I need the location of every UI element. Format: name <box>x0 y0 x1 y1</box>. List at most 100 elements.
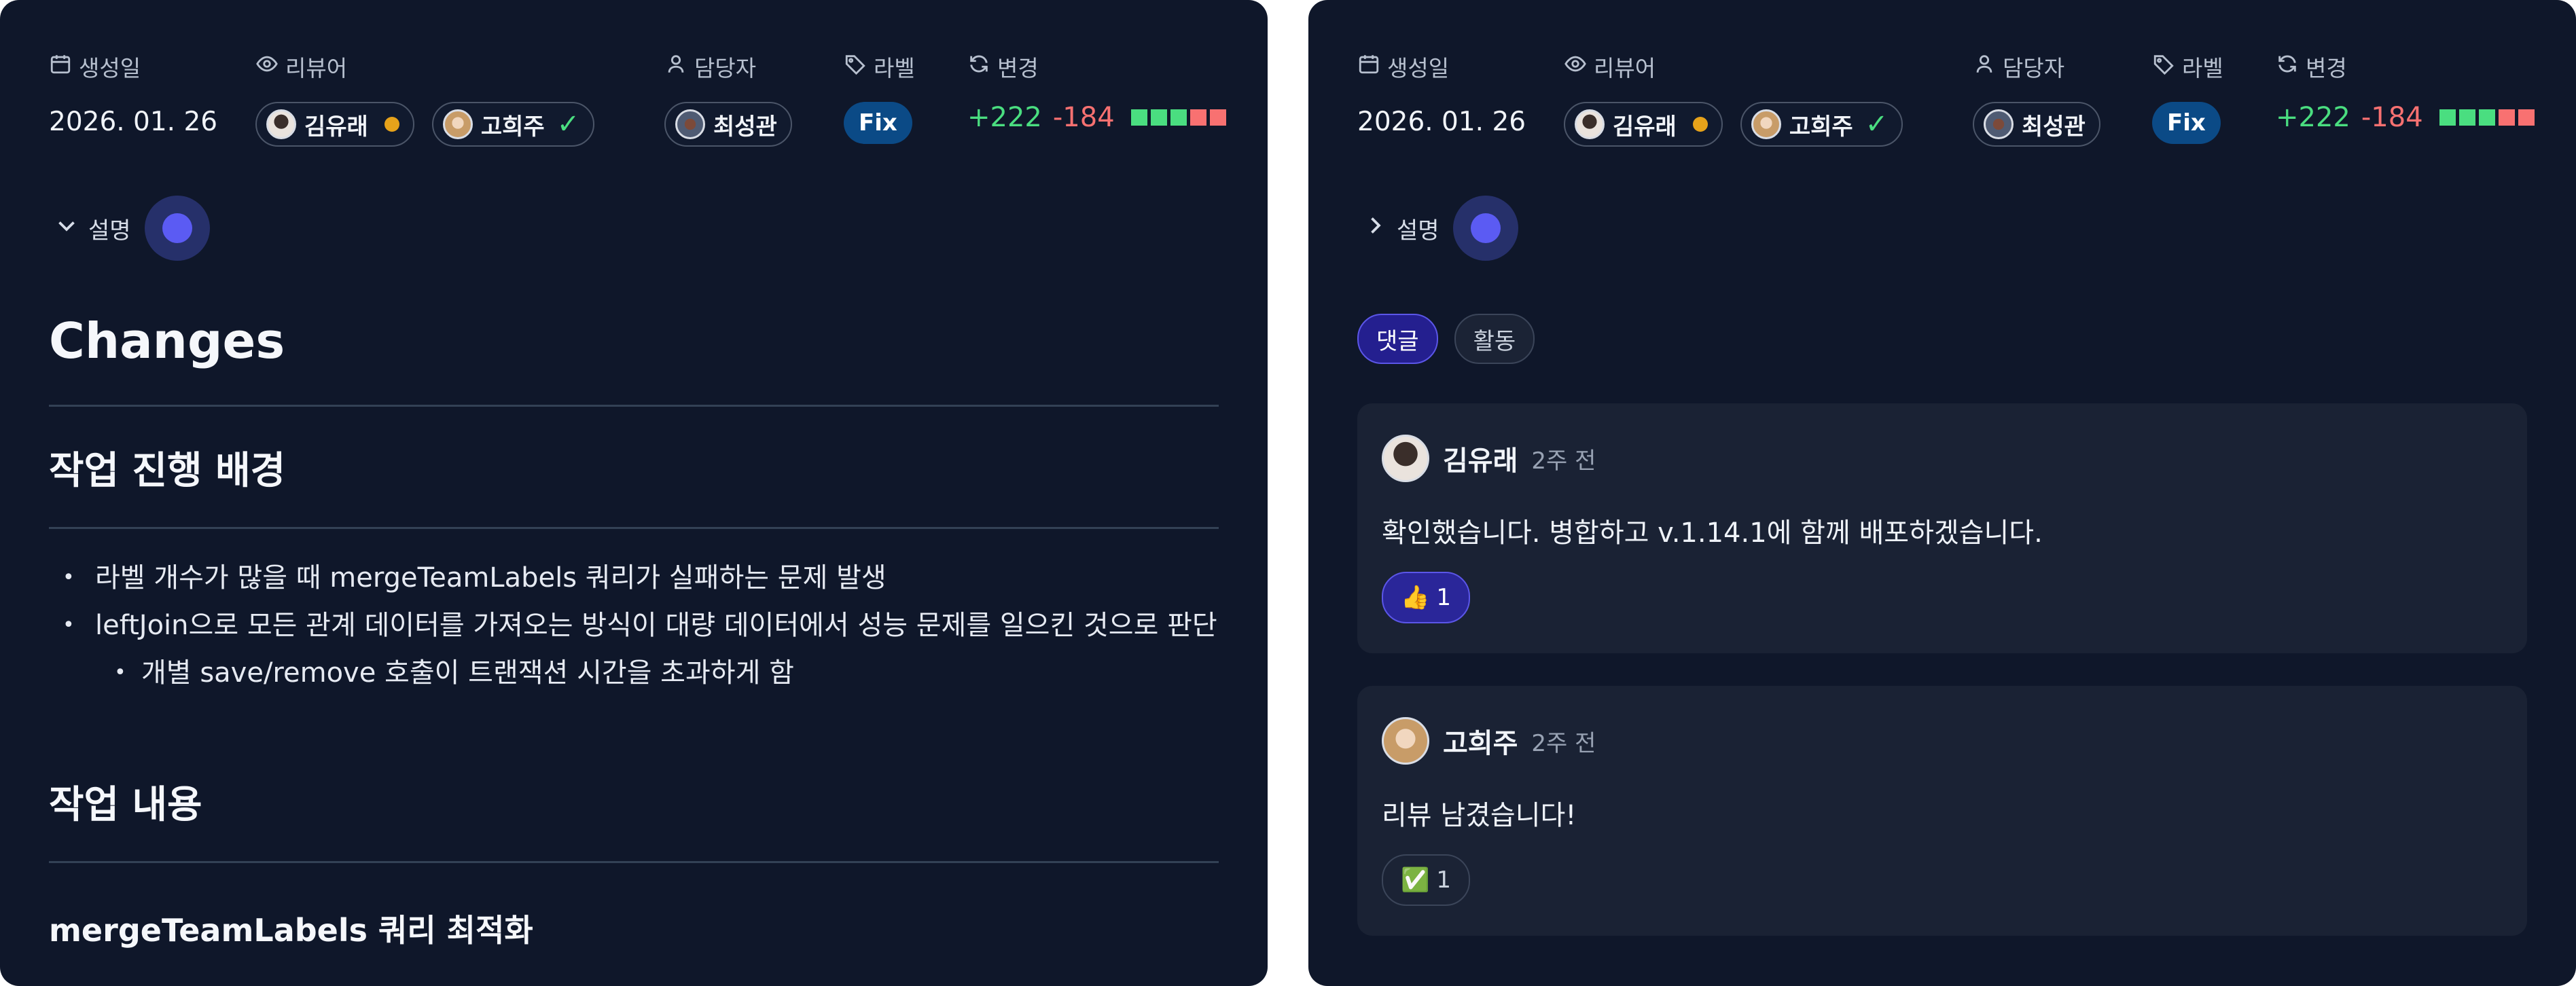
thumbs-up-icon: 👍 <box>1401 584 1430 611</box>
check-icon: ✓ <box>1865 109 1889 140</box>
comment-timestamp: 2주 전 <box>1531 447 1596 475</box>
person-icon <box>664 52 687 81</box>
label-badge[interactable]: Fix <box>2152 102 2221 144</box>
created-date: 2026. 01. 26 <box>1357 107 1526 137</box>
changes-label: 변경 <box>997 55 1039 81</box>
label-label: 라벨 <box>2182 55 2223 81</box>
pr-comments-panel: 생성일 2026. 01. 26 리뷰어 김유래 고희주 ✓ 담당자 최성관 라… <box>1308 0 2576 986</box>
comment-text: 리뷰 남겼습니다! <box>1382 800 1577 831</box>
tab-comments[interactable]: 댓글 <box>1357 314 1438 364</box>
check-icon: ✓ <box>556 109 580 140</box>
pending-status-dot <box>1692 117 1708 132</box>
assignee-chip[interactable]: 최성관 <box>1973 102 2100 147</box>
reviewer-name: 고희주 <box>480 113 545 141</box>
eye-icon <box>255 52 279 81</box>
reviewers-field: 리뷰어 김유래 고희주 ✓ <box>255 48 595 147</box>
calendar-icon <box>1357 52 1380 81</box>
comment-card: 고희주 2주 전 리뷰 남겼습니다! ✅ 1 <box>1357 686 2527 936</box>
pr-description-panel: 생성일 2026. 01. 26 리뷰어 김유래 고희주 ✓ 담당자 최성관 라… <box>0 0 1268 986</box>
reviewer-chip-ko[interactable]: 고희주 ✓ <box>1740 102 1903 147</box>
avatar <box>1575 109 1605 139</box>
diff-block <box>2439 109 2456 126</box>
comment-text: 확인했습니다. 병합하고 v.1.14.1에 함께 배포하겠습니다. <box>1382 517 2043 549</box>
avatar <box>675 109 705 139</box>
markdown-h1: Changes <box>49 312 285 369</box>
description-toggle[interactable]: 설명 <box>54 196 210 261</box>
reaction-count: 1 <box>1436 584 1451 611</box>
eye-icon <box>1564 52 1587 81</box>
assignee-chip[interactable]: 최성관 <box>664 102 792 147</box>
label-badge[interactable]: Fix <box>844 102 912 144</box>
reviewers-label: 리뷰어 <box>285 55 348 81</box>
assignee-label: 담당자 <box>694 55 757 81</box>
assignee-field: 담당자 최성관 <box>1973 48 2100 147</box>
list-item-nested: 개별 save/remove 호출이 트랜잭션 시간을 초과하게 함 <box>49 649 1219 697</box>
refresh-icon <box>967 52 990 81</box>
changes-field: 변경 +222 -184 <box>967 48 1226 133</box>
diff-block <box>1170 109 1187 126</box>
created-label: 생성일 <box>1387 55 1450 81</box>
divider <box>49 405 1219 407</box>
diff-bar <box>1130 109 1226 126</box>
check-mark-icon: ✅ <box>1401 866 1430 894</box>
additions-count: +222 <box>967 102 1042 133</box>
comment-author[interactable]: 고희주 <box>1443 721 1518 761</box>
diff-block <box>2458 109 2475 126</box>
tag-icon <box>844 52 867 81</box>
markdown-list: 라벨 개수가 많을 때 mergeTeamLabels 쿼리가 실패하는 문제 … <box>49 554 1219 697</box>
created-field: 생성일 2026. 01. 26 <box>1357 48 1526 137</box>
person-icon <box>1973 52 1996 81</box>
deletions-count: -184 <box>2361 102 2423 133</box>
calendar-icon <box>49 52 72 81</box>
avatar <box>1751 109 1781 139</box>
reviewers-label: 리뷰어 <box>1594 55 1656 81</box>
ai-assistant-icon[interactable] <box>144 196 210 261</box>
tab-activity[interactable]: 활동 <box>1454 314 1535 364</box>
diff-block <box>1130 109 1147 126</box>
label-field: 라벨 Fix <box>2152 48 2223 144</box>
label-label: 라벨 <box>874 55 915 81</box>
assignee-label: 담당자 <box>2003 55 2065 81</box>
reviewer-chip-kim[interactable]: 김유래 <box>1564 102 1723 147</box>
diff-block <box>1189 109 1206 126</box>
comment-author[interactable]: 김유래 <box>1443 439 1518 478</box>
avatar[interactable] <box>1382 435 1429 482</box>
reviewer-name: 고희주 <box>1789 113 1853 141</box>
additions-count: +222 <box>2276 102 2350 133</box>
divider <box>49 527 1219 529</box>
diff-block <box>2478 109 2495 126</box>
markdown-h2-background: 작업 진행 배경 <box>49 449 286 493</box>
reviewer-name: 김유래 <box>1613 113 1677 141</box>
reviewer-chip-kim[interactable]: 김유래 <box>255 102 414 147</box>
tag-icon <box>2152 52 2175 81</box>
assignee-name: 최성관 <box>2022 113 2086 141</box>
diff-block <box>1150 109 1167 126</box>
markdown-h2-work: 작업 내용 <box>49 783 202 827</box>
changes-label: 변경 <box>2306 55 2347 81</box>
created-date: 2026. 01. 26 <box>49 107 218 137</box>
changes-field: 변경 +222 -184 <box>2276 48 2535 133</box>
divider <box>49 861 1219 863</box>
avatar <box>442 109 473 139</box>
label-field: 라벨 Fix <box>844 48 915 144</box>
check-reaction[interactable]: ✅ 1 <box>1382 854 1470 906</box>
avatar <box>266 109 296 139</box>
created-field: 생성일 2026. 01. 26 <box>49 48 217 137</box>
reaction-count: 1 <box>1436 866 1451 894</box>
comment-card: 김유래 2주 전 확인했습니다. 병합하고 v.1.14.1에 함께 배포하겠습… <box>1357 403 2527 653</box>
comment-timestamp: 2주 전 <box>1531 729 1596 757</box>
reviewer-name: 김유래 <box>304 113 368 141</box>
list-item: 라벨 개수가 많을 때 mergeTeamLabels 쿼리가 실패하는 문제 … <box>49 554 1219 602</box>
description-toggle-label: 설명 <box>88 217 131 244</box>
diff-bar <box>2439 109 2535 126</box>
diff-block <box>2518 109 2535 126</box>
deletions-count: -184 <box>1052 102 1115 133</box>
chevron-down-icon <box>54 213 79 244</box>
description-toggle[interactable]: 설명 <box>1363 196 1518 261</box>
ai-assistant-icon[interactable] <box>1452 196 1518 261</box>
assignee-field: 담당자 최성관 <box>664 48 792 147</box>
avatar[interactable] <box>1382 717 1429 765</box>
description-toggle-label: 설명 <box>1397 217 1439 244</box>
reviewer-chip-ko[interactable]: 고희주 ✓ <box>431 102 595 147</box>
thumbs-up-reaction[interactable]: 👍 1 <box>1382 572 1470 623</box>
